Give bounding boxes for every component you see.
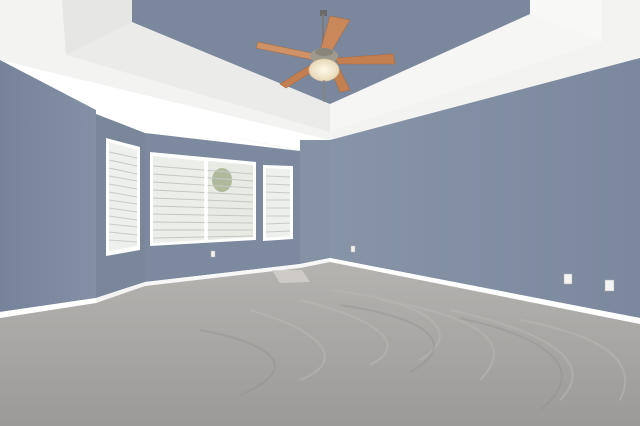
back-wall xyxy=(300,140,330,264)
outlet-back-wall xyxy=(350,245,356,253)
room-photo xyxy=(0,0,640,426)
outlet-right-wall-1 xyxy=(563,273,573,285)
room-illustration xyxy=(0,0,640,426)
outlet-right-wall-2 xyxy=(604,279,615,292)
bay-right-window xyxy=(263,165,293,241)
outlet-back-wall-2 xyxy=(210,250,216,258)
bay-center-window xyxy=(150,152,256,246)
fan-light-globe xyxy=(308,58,340,82)
left-wall xyxy=(0,60,96,312)
bay-side-window xyxy=(106,138,140,256)
